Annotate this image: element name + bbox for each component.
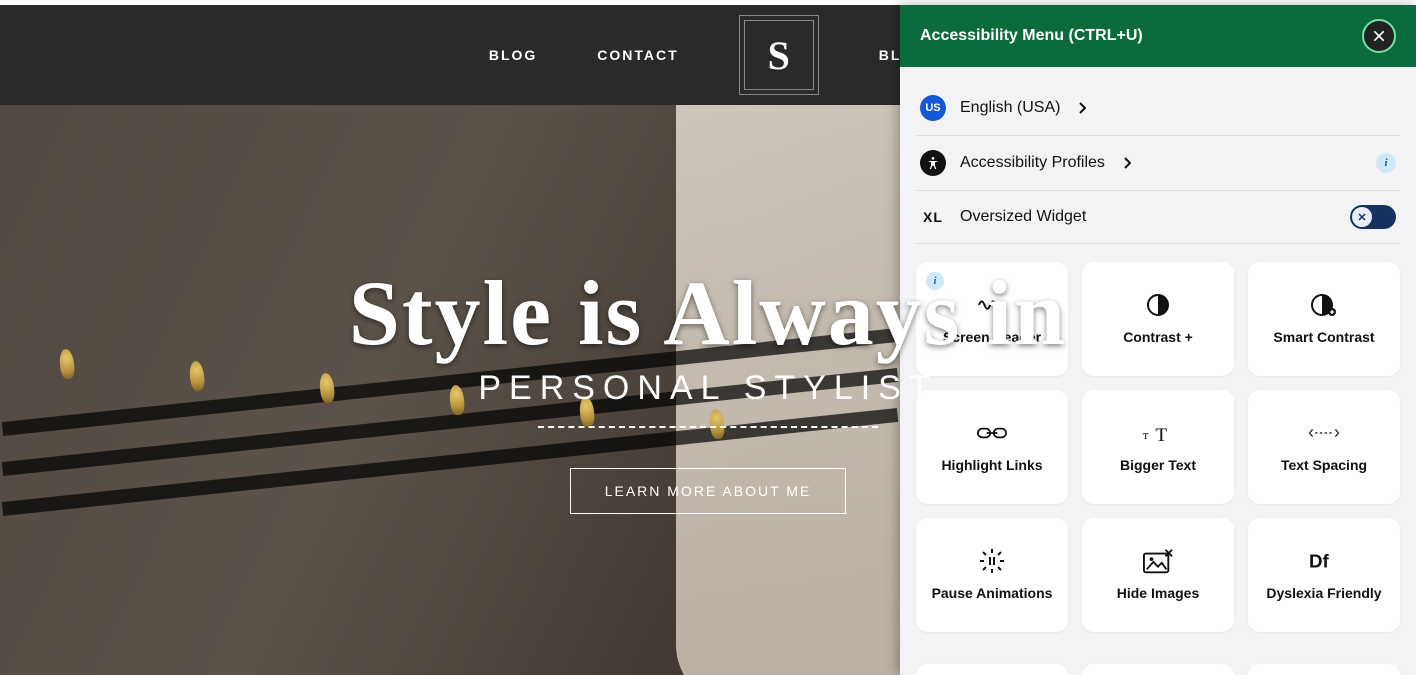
hero-title: Style is Always in <box>349 267 1067 359</box>
chevron-right-icon <box>1078 102 1086 114</box>
svg-text:T: T <box>1155 425 1167 444</box>
hero-subtitle: PERSONAL STYLIST <box>478 369 937 408</box>
oversized-widget-label: Oversized Widget <box>960 208 1086 226</box>
profiles-row[interactable]: Accessibility Profiles i <box>916 136 1400 191</box>
tile-label: Text Spacing <box>1281 457 1367 473</box>
tile-label: Contrast + <box>1123 329 1193 345</box>
tile-highlight-links[interactable]: Highlight Links <box>916 390 1068 504</box>
link-icon <box>977 421 1007 445</box>
site-logo-letter: S <box>744 20 814 90</box>
contrast-icon <box>1143 293 1173 317</box>
oversized-widget-toggle[interactable] <box>1350 205 1396 229</box>
xl-badge-icon: XL <box>920 209 946 225</box>
tile-peek[interactable] <box>1082 664 1234 675</box>
tile-smart-contrast[interactable]: Smart Contrast <box>1248 262 1400 376</box>
pause-animations-icon <box>977 549 1007 573</box>
tile-label: Highlight Links <box>941 457 1042 473</box>
tile-label: Pause Animations <box>932 585 1053 601</box>
smart-contrast-icon <box>1309 293 1339 317</box>
dyslexia-friendly-icon: Df <box>1309 549 1339 573</box>
info-icon[interactable]: i <box>1376 153 1396 173</box>
tile-label: Bigger Text <box>1120 457 1196 473</box>
accessibility-panel-header: Accessibility Menu (CTRL+U) <box>900 5 1416 67</box>
close-icon <box>1371 28 1387 44</box>
tile-label: Smart Contrast <box>1273 329 1374 345</box>
tile-bigger-text[interactable]: тT Bigger Text <box>1082 390 1234 504</box>
language-label: English (USA) <box>960 99 1060 117</box>
tile-dyslexia-friendly[interactable]: Df Dyslexia Friendly <box>1248 518 1400 632</box>
language-row[interactable]: US English (USA) <box>916 81 1400 136</box>
nav-link-contact[interactable]: CONTACT <box>597 47 678 63</box>
profiles-label: Accessibility Profiles <box>960 154 1105 172</box>
tile-text-spacing[interactable]: Text Spacing <box>1248 390 1400 504</box>
tile-contrast-plus[interactable]: Contrast + <box>1082 262 1234 376</box>
language-badge: US <box>920 95 946 121</box>
oversized-widget-row: XL Oversized Widget <box>916 191 1400 244</box>
accessibility-profiles-icon <box>920 150 946 176</box>
toggle-off-x-icon <box>1356 211 1368 223</box>
accessibility-panel-body[interactable]: US English (USA) Accessibility Profiles … <box>900 67 1416 675</box>
primary-nav: BLOG CONTACT S BLOG <box>489 15 927 95</box>
accessibility-tiles-grid-next-row <box>916 646 1400 675</box>
tile-peek[interactable] <box>916 664 1068 675</box>
tile-pause-animations[interactable]: Pause Animations <box>916 518 1068 632</box>
tile-label: Dyslexia Friendly <box>1266 585 1381 601</box>
hide-images-icon <box>1143 549 1173 573</box>
chevron-right-icon <box>1123 157 1131 169</box>
tile-peek[interactable] <box>1248 664 1400 675</box>
nav-link-blog[interactable]: BLOG <box>489 47 537 63</box>
bigger-text-icon: тT <box>1143 421 1173 445</box>
close-button[interactable] <box>1362 19 1396 53</box>
toggle-knob <box>1352 207 1372 227</box>
svg-text:Df: Df <box>1309 551 1330 572</box>
accessibility-panel-title: Accessibility Menu (CTRL+U) <box>920 27 1143 45</box>
svg-text:т: т <box>1143 428 1149 442</box>
tile-label: Hide Images <box>1117 585 1199 601</box>
learn-more-button[interactable]: LEARN MORE ABOUT ME <box>570 468 847 514</box>
tile-hide-images[interactable]: Hide Images <box>1082 518 1234 632</box>
text-spacing-icon <box>1309 421 1339 445</box>
hero-divider <box>538 426 878 428</box>
site-logo[interactable]: S <box>739 15 819 95</box>
